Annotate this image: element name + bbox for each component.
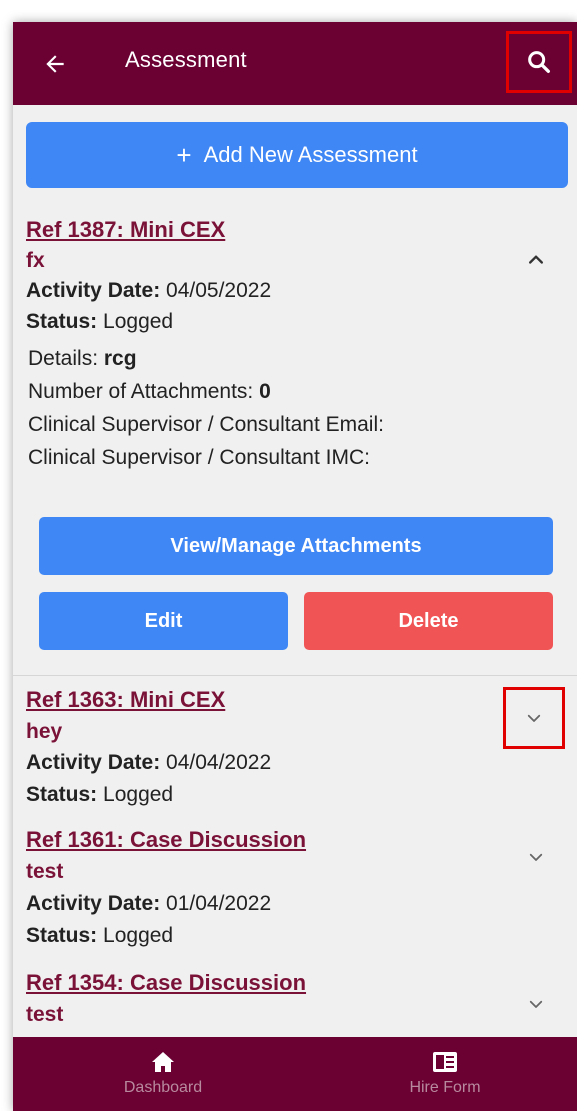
chevron-up-icon	[529, 255, 543, 264]
edit-label: Edit	[144, 609, 183, 632]
activity-date-label: Activity Date:	[26, 751, 161, 774]
status-row: Status: Logged	[26, 924, 173, 948]
details-row: Details: rcg	[28, 347, 137, 371]
activity-date-value: 01/04/2022	[166, 892, 272, 915]
phone-screen: Assessment + Add New Assessment Ref 1387…	[13, 22, 577, 1111]
edit-button[interactable]: Edit	[39, 592, 288, 650]
delete-label: Delete	[398, 609, 459, 632]
status-value: Logged	[103, 310, 174, 333]
item-subtitle: hey	[26, 720, 63, 743]
activity-date-value: 04/05/2022	[166, 279, 272, 302]
item-ref-link[interactable]: Ref 1387: Mini CEX	[26, 217, 225, 243]
status-value: Logged	[103, 783, 174, 806]
list-item: Ref 1363: Mini CEX hey Activity Date: 04…	[13, 677, 577, 817]
status-value: Logged	[103, 924, 174, 947]
activity-date-label: Activity Date:	[26, 279, 161, 302]
attachments-label: Number of Attachments:	[28, 380, 254, 403]
activity-date-row: Activity Date: 01/04/2022	[26, 892, 271, 916]
nav-dashboard-label: Dashboard	[123, 1079, 203, 1096]
details-label: Details:	[28, 347, 99, 370]
activity-date-label: Activity Date:	[26, 892, 161, 915]
chevron-down-icon	[527, 714, 541, 722]
list-item: Ref 1387: Mini CEX fx Activity Date: 04/…	[13, 207, 577, 677]
app-bar: Assessment	[13, 22, 577, 105]
status-label: Status:	[26, 783, 98, 806]
item-ref-link[interactable]: Ref 1354: Case Discussion	[26, 970, 306, 996]
status-row: Status: Logged	[26, 310, 173, 334]
assessment-list: Ref 1387: Mini CEX fx Activity Date: 04/…	[13, 207, 577, 1057]
activity-date-value: 04/04/2022	[166, 751, 272, 774]
status-label: Status:	[26, 924, 98, 947]
details-value: rcg	[103, 347, 137, 370]
supervisor-imc-row: Clinical Supervisor / Consultant IMC:	[28, 446, 370, 469]
search-button[interactable]	[506, 31, 572, 93]
item-subtitle: test	[26, 860, 64, 883]
bottom-navigation: Dashboard Hire Form	[13, 1037, 577, 1111]
status-row: Status: Logged	[26, 783, 173, 807]
nav-hire-form-label: Hire Form	[409, 1079, 481, 1096]
collapse-button[interactable]	[518, 242, 554, 278]
activity-date-row: Activity Date: 04/04/2022	[26, 751, 271, 775]
item-ref-link[interactable]: Ref 1361: Case Discussion	[26, 827, 306, 853]
view-manage-attachments-button[interactable]: View/Manage Attachments	[39, 517, 553, 575]
item-ref-link[interactable]: Ref 1363: Mini CEX	[26, 687, 225, 713]
nav-hire-form[interactable]: Hire Form	[355, 1037, 535, 1111]
expand-button[interactable]	[503, 687, 565, 749]
item-subtitle: test	[26, 1003, 64, 1026]
delete-button[interactable]: Delete	[304, 592, 553, 650]
add-new-assessment-button[interactable]: + Add New Assessment	[26, 122, 568, 188]
attachments-row: Number of Attachments: 0	[28, 380, 271, 404]
status-label: Status:	[26, 310, 98, 333]
expand-button[interactable]	[518, 839, 554, 875]
view-attachments-label: View/Manage Attachments	[170, 534, 422, 557]
item-subtitle: fx	[26, 249, 45, 272]
divider	[13, 675, 577, 676]
home-icon	[152, 1052, 174, 1072]
form-icon	[433, 1052, 457, 1072]
arrow-left-icon	[46, 55, 64, 73]
add-button-label: Add New Assessment	[203, 142, 418, 167]
plus-icon: +	[176, 139, 192, 170]
activity-date-row: Activity Date: 04/05/2022	[26, 279, 271, 303]
list-item: Ref 1361: Case Discussion test Activity …	[13, 817, 577, 962]
supervisor-email-row: Clinical Supervisor / Consultant Email:	[28, 413, 384, 436]
chevron-down-icon	[529, 853, 543, 861]
nav-dashboard[interactable]: Dashboard	[73, 1037, 253, 1111]
search-icon	[528, 51, 550, 73]
expand-button[interactable]	[518, 986, 554, 1022]
back-button[interactable]	[33, 42, 77, 86]
attachments-value: 0	[259, 380, 271, 403]
chevron-down-icon	[529, 1000, 543, 1008]
page-title: Assessment	[125, 47, 247, 72]
